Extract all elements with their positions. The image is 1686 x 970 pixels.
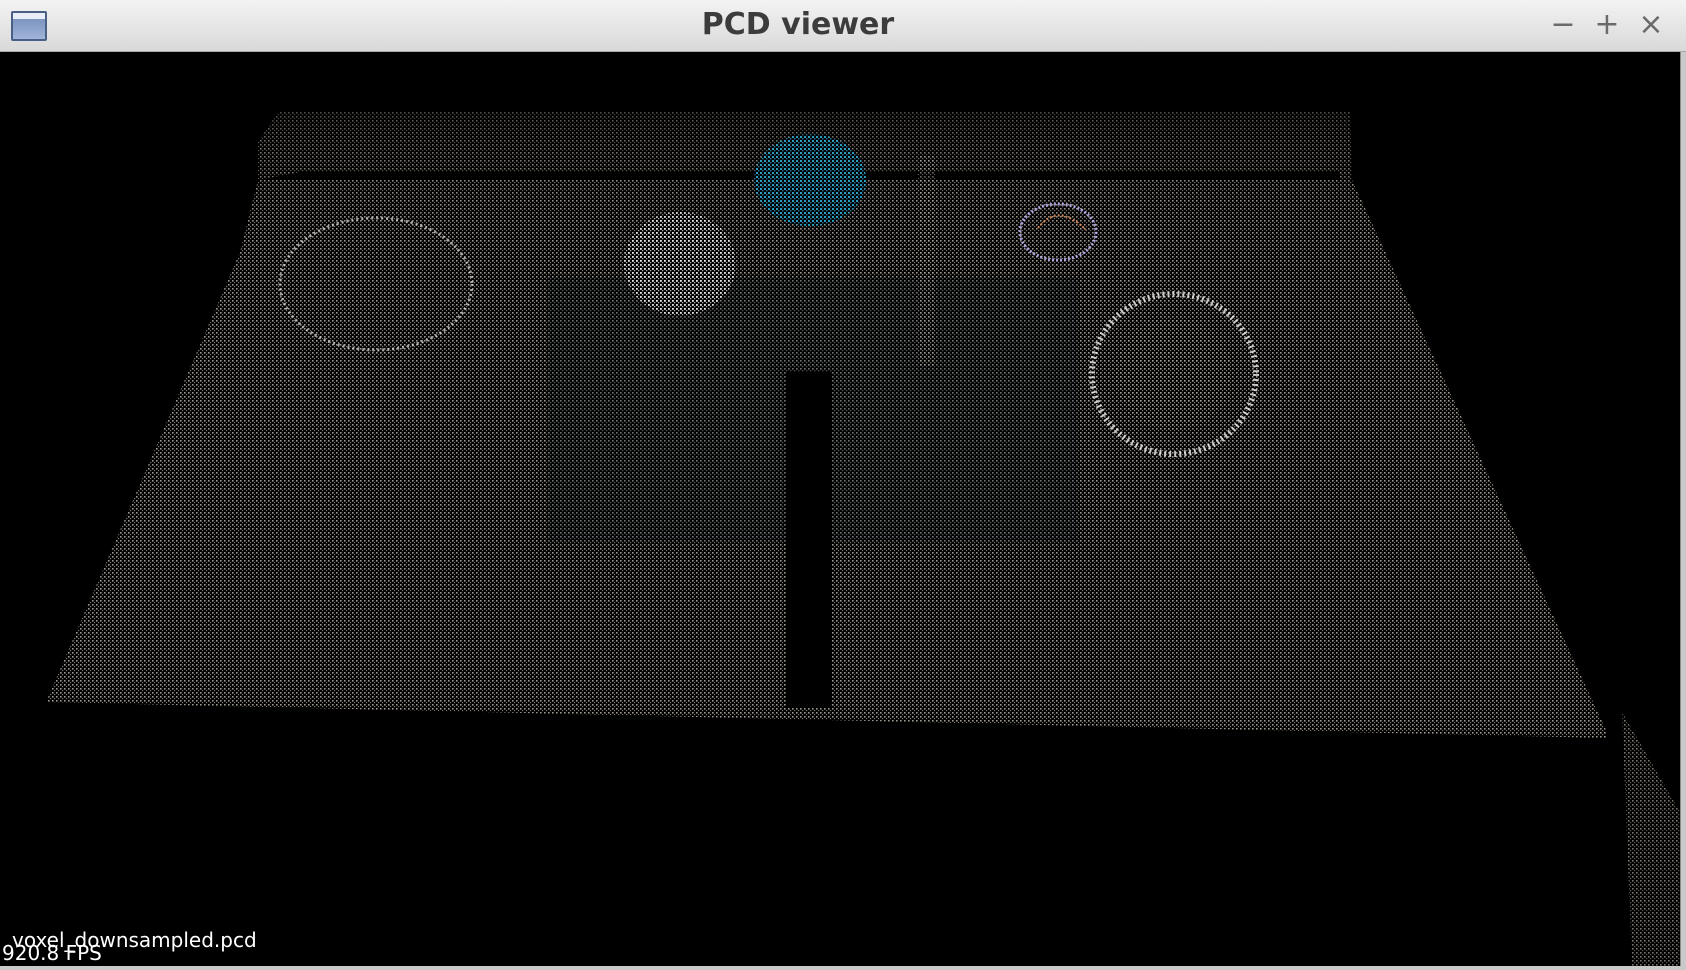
pcd-viewer-window: PCD viewer − + × voxel_downsampled.pcd 9… — [0, 0, 1686, 970]
point-cloud-viewport[interactable]: voxel_downsampled.pcd 920.8 FPS — [0, 52, 1680, 966]
minimize-button[interactable]: − — [1546, 8, 1580, 42]
white-sphere-points — [624, 212, 736, 316]
window-title: PCD viewer — [701, 7, 895, 42]
close-button[interactable]: × — [1634, 8, 1668, 42]
vertical-pole-points — [918, 156, 936, 366]
maximize-button[interactable]: + — [1590, 8, 1624, 42]
fps-counter: 920.8 FPS — [2, 941, 102, 965]
window-border-bottom[interactable] — [0, 966, 1686, 970]
window-border-right[interactable] — [1680, 52, 1686, 970]
point-cloud-render[interactable] — [0, 52, 1680, 966]
blue-sphere-points — [754, 134, 866, 226]
occlusion-gap — [786, 372, 832, 708]
title-bar[interactable]: PCD viewer − + × — [0, 0, 1686, 52]
corner-fragment-points — [1622, 712, 1680, 966]
